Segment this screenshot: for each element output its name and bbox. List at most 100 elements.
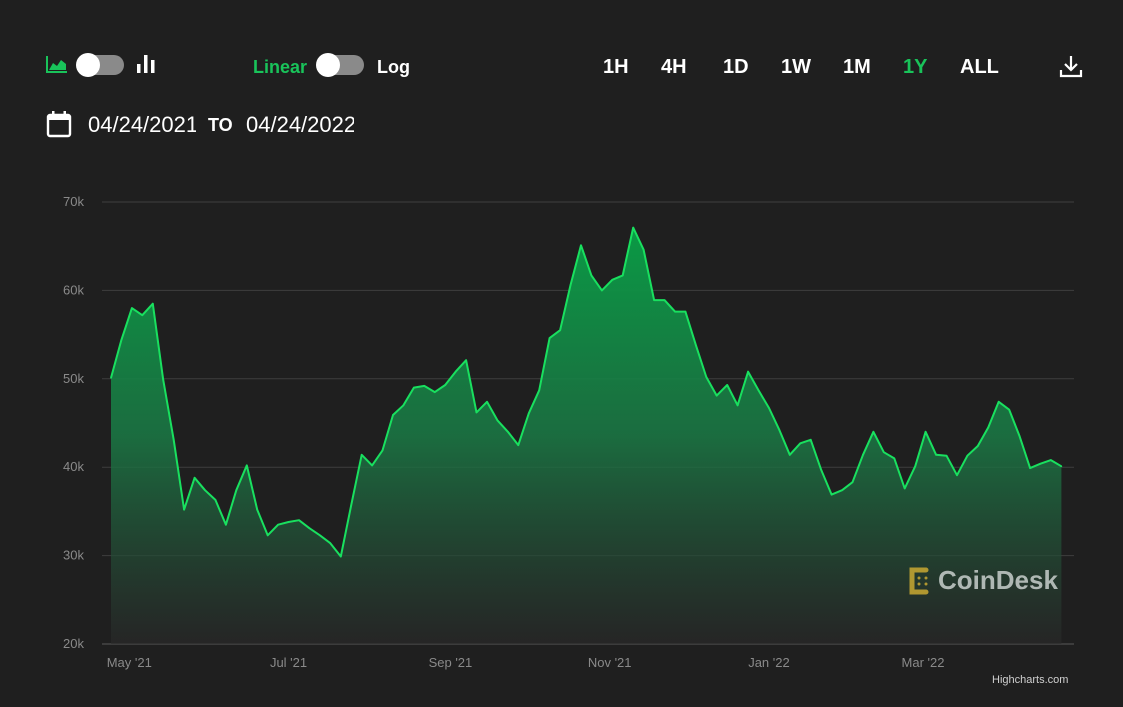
data-point	[287, 521, 290, 523]
data-point	[1018, 435, 1021, 438]
data-point	[966, 454, 969, 457]
coindesk-logo-text: CoinDesk	[938, 565, 1058, 595]
data-point	[705, 376, 708, 378]
x-tick-label: May '21	[107, 655, 152, 670]
data-point	[945, 454, 948, 457]
data-point	[350, 504, 353, 507]
data-point	[402, 404, 405, 407]
data-point	[601, 289, 603, 292]
data-point	[548, 337, 551, 339]
highcharts-credits-link[interactable]: Highcharts.com	[992, 674, 1068, 686]
coindesk-logo-icon	[909, 567, 929, 594]
x-tick-label: Mar '22	[902, 655, 945, 670]
y-tick-label: 40k	[63, 459, 84, 474]
data-point	[141, 314, 144, 316]
data-point	[329, 542, 332, 545]
price-chart: 20k 30k 40k 50k 60k 70k May '21 Jul '21 Sep '21 N…	[63, 194, 1074, 670]
data-point	[632, 226, 634, 229]
x-tick-label: Jan '22	[748, 655, 790, 670]
y-tick-label: 70k	[63, 194, 84, 209]
data-point	[789, 454, 791, 456]
data-point	[454, 370, 457, 373]
data-point	[433, 391, 436, 393]
data-point	[517, 444, 520, 446]
data-point	[987, 426, 990, 429]
data-point	[245, 464, 248, 467]
data-point	[465, 359, 467, 362]
data-point	[977, 445, 979, 447]
data-point	[319, 534, 321, 537]
data-point	[757, 389, 760, 392]
data-point	[830, 493, 833, 496]
data-point	[580, 244, 582, 247]
data-point	[1039, 462, 1042, 465]
data-point	[538, 389, 540, 392]
data-point	[747, 370, 749, 373]
data-point	[486, 400, 488, 403]
data-point	[778, 429, 781, 431]
data-point	[1060, 465, 1063, 468]
data-point	[120, 339, 123, 341]
data-point	[308, 527, 311, 529]
data-point	[204, 489, 206, 491]
data-point	[997, 400, 1000, 403]
data-point	[183, 508, 185, 511]
data-point	[684, 310, 687, 313]
data-point	[862, 454, 864, 456]
data-point	[621, 274, 624, 277]
data-point	[423, 385, 426, 387]
data-point	[872, 431, 875, 433]
data-point	[799, 442, 802, 445]
data-point	[475, 411, 478, 414]
data-point	[715, 394, 718, 397]
x-tick-label: Sep '21	[429, 655, 473, 670]
data-point	[642, 248, 645, 251]
data-point	[360, 454, 363, 456]
data-point	[893, 457, 896, 460]
data-point	[726, 384, 728, 386]
data-point	[820, 469, 822, 471]
y-tick-label: 30k	[63, 548, 84, 563]
y-tick-label: 20k	[63, 636, 84, 651]
data-point	[298, 519, 300, 522]
data-point	[1029, 467, 1031, 469]
data-point	[162, 378, 165, 381]
data-point	[381, 449, 384, 452]
data-point	[768, 407, 770, 409]
data-point	[924, 431, 927, 433]
data-point	[496, 419, 499, 422]
data-point	[225, 523, 227, 526]
data-point	[1008, 408, 1010, 411]
data-point	[663, 299, 666, 301]
data-point	[371, 464, 373, 467]
data-point	[277, 523, 279, 526]
data-point	[611, 278, 614, 281]
data-point	[193, 477, 196, 479]
data-point	[413, 386, 415, 389]
data-point	[695, 344, 697, 347]
data-point	[172, 438, 175, 441]
data-point	[151, 302, 154, 305]
data-point	[256, 508, 259, 511]
data-point	[841, 489, 843, 491]
data-point	[851, 481, 854, 484]
data-point	[903, 487, 906, 490]
data-point	[1050, 459, 1052, 461]
data-point	[444, 384, 447, 386]
data-point	[914, 465, 916, 468]
data-point	[507, 431, 509, 433]
y-tick-label: 60k	[63, 282, 84, 297]
data-point	[559, 329, 561, 331]
data-point	[569, 284, 572, 286]
data-point	[235, 489, 238, 491]
data-point	[527, 412, 530, 415]
coindesk-watermark: CoinDesk	[906, 565, 1058, 596]
data-point	[935, 454, 937, 456]
data-point	[653, 299, 655, 301]
data-point	[956, 474, 958, 476]
data-point	[590, 274, 593, 277]
x-tick-label: Nov '21	[588, 655, 632, 670]
data-point	[883, 451, 885, 453]
data-point	[339, 555, 342, 558]
data-point	[214, 499, 217, 501]
